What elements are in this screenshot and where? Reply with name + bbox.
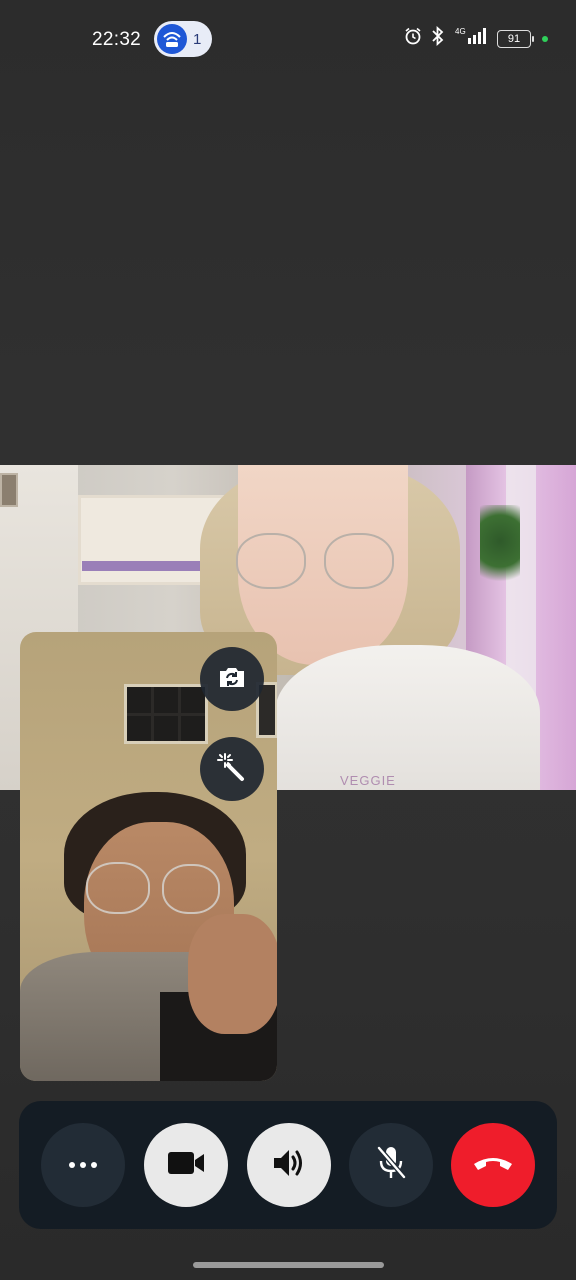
battery-icon: 91 bbox=[497, 29, 534, 48]
hotspot-badge[interactable]: 1 bbox=[154, 21, 212, 57]
mute-button[interactable] bbox=[349, 1123, 433, 1207]
speaker-button[interactable] bbox=[247, 1123, 331, 1207]
more-options-icon bbox=[69, 1162, 97, 1168]
end-call-button[interactable] bbox=[451, 1123, 535, 1207]
hotspot-count: 1 bbox=[193, 30, 202, 48]
svg-text:4G: 4G bbox=[455, 27, 466, 36]
call-controls bbox=[19, 1101, 557, 1229]
remote-background-frame bbox=[0, 473, 18, 507]
hotspot-icon bbox=[157, 24, 187, 54]
status-icons: 4G 91 bbox=[404, 25, 548, 51]
effects-button[interactable] bbox=[200, 737, 264, 801]
remote-person-hoodie bbox=[275, 645, 540, 790]
alarm-icon bbox=[404, 27, 422, 50]
speaker-icon bbox=[271, 1147, 307, 1184]
hoodie-text: VEGGIE bbox=[340, 773, 396, 788]
flip-camera-button[interactable] bbox=[200, 647, 264, 711]
battery-level: 91 bbox=[507, 32, 521, 45]
remote-person-glasses-left bbox=[236, 533, 306, 589]
status-bar: 22:32 1 4G 91 bbox=[0, 0, 576, 80]
hang-up-icon bbox=[471, 1152, 515, 1179]
4g-signal-icon: 4G bbox=[454, 26, 488, 51]
local-person-glasses-left bbox=[86, 862, 150, 914]
microphone-off-icon bbox=[374, 1144, 408, 1187]
local-background-window bbox=[124, 684, 208, 744]
more-options-button[interactable] bbox=[41, 1123, 125, 1207]
clock: 22:32 bbox=[92, 29, 142, 50]
video-camera-icon bbox=[166, 1149, 206, 1182]
video-call-screen: 22:32 1 4G 91 VEGGIE bbox=[0, 0, 576, 1280]
home-indicator[interactable] bbox=[193, 1262, 384, 1268]
flip-camera-icon bbox=[217, 664, 247, 695]
local-person-hand bbox=[188, 914, 277, 1034]
magic-wand-icon bbox=[216, 751, 248, 788]
privacy-indicator bbox=[542, 35, 548, 42]
local-person-glasses-right bbox=[162, 864, 220, 914]
video-toggle-button[interactable] bbox=[144, 1123, 228, 1207]
bluetooth-icon bbox=[431, 25, 445, 51]
remote-background-plant bbox=[480, 505, 520, 595]
remote-person-glasses-right bbox=[324, 533, 394, 589]
